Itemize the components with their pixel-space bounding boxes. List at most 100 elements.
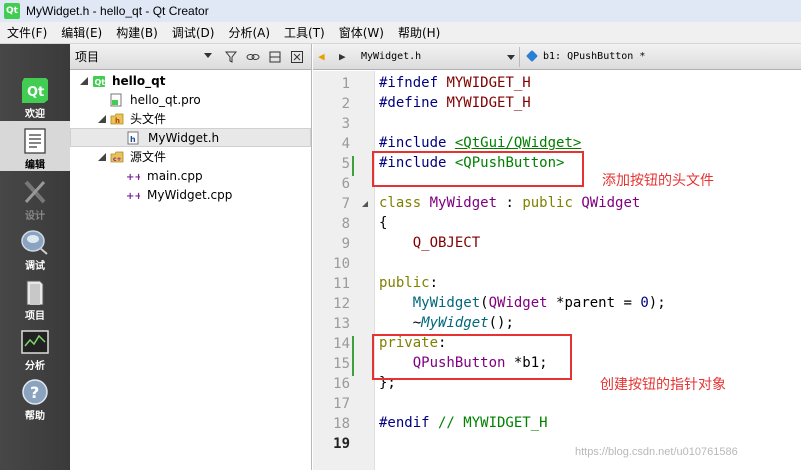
project-pane-header: 项目 — [70, 44, 311, 70]
tree-item-label: MyWidget.cpp — [147, 187, 233, 202]
menu-bar: 文件(F) 编辑(E) 构建(B) 调试(D) 分析(A) 工具(T) 窗体(W… — [0, 22, 801, 44]
menu-window[interactable]: 窗体(W) — [332, 22, 391, 44]
project-folder-icon — [26, 280, 44, 305]
svg-text:c+: c+ — [113, 156, 122, 163]
annotation-include-note: 添加按钮的头文件 — [602, 173, 714, 189]
edit-document-icon — [24, 128, 46, 154]
mode-design[interactable]: 设计 — [0, 172, 70, 222]
menu-help[interactable]: 帮助(H) — [391, 22, 447, 44]
change-marker — [352, 356, 354, 376]
header-folder-icon: h — [110, 112, 124, 126]
menu-tools[interactable]: 工具(T) — [277, 22, 332, 44]
menu-file[interactable]: 文件(F) — [0, 22, 54, 44]
tree-item-label: 源文件 — [130, 150, 167, 164]
mode-edit[interactable]: 编辑 — [0, 121, 70, 171]
debug-bug-icon — [21, 230, 48, 255]
line-number: 18 — [333, 416, 350, 432]
mode-label: 分析 — [25, 361, 45, 372]
code-line: #endif // MYWIDGET_H — [379, 415, 548, 431]
mode-label: 欢迎 — [25, 109, 45, 120]
menu-build[interactable]: 构建(B) — [109, 22, 165, 44]
code-line: Q_OBJECT — [412, 235, 481, 251]
project-tree: Qt hello_qt hello_qt.pro h 头文件 h MyWidge… — [70, 71, 311, 204]
mode-welcome[interactable]: Qt 欢迎 — [0, 70, 70, 120]
window-title: MyWidget.h - hello_qt - Qt Creator — [26, 4, 209, 18]
code-line: #ifndef MYWIDGET_H — [379, 75, 531, 91]
title-bar: Qt MyWidget.h - hello_qt - Qt Creator — [0, 0, 801, 22]
line-number: 10 — [333, 256, 350, 272]
line-number: 9 — [341, 236, 350, 252]
chevron-down-icon[interactable] — [204, 53, 212, 58]
symbol-member-icon — [526, 50, 538, 62]
tree-item-label: MyWidget.h — [148, 130, 220, 145]
annotation-pointer-note: 创建按钮的指针对象 — [600, 377, 726, 393]
qt-logo-icon: Qt — [22, 78, 48, 103]
code-line: #include <QtGui/QWidget> — [379, 135, 582, 151]
project-pane: 项目 Qt hello_qt hello_qt.pro h 头文件 h MyWi… — [70, 44, 312, 470]
open-file-selector[interactable]: MyWidget.h — [361, 51, 421, 62]
mode-help[interactable]: ? 帮助 — [0, 372, 70, 422]
svg-text:++: ++ — [126, 172, 140, 182]
chevron-down-icon[interactable] — [507, 55, 515, 60]
line-number-current: 19 — [333, 436, 350, 452]
symbol-selector[interactable]: b1: QPushButton * — [543, 51, 645, 62]
code-line: MyWidget(QWidget *parent = 0); — [412, 295, 666, 311]
close-icon[interactable] — [288, 48, 306, 66]
link-sync-icon[interactable] — [244, 48, 262, 66]
line-number: 4 — [341, 136, 350, 152]
nav-forward-icon[interactable]: ▶ — [339, 50, 346, 63]
source-folder-icon: c+ — [110, 150, 124, 164]
tree-item-headers-folder[interactable]: h 头文件 — [70, 109, 311, 128]
tree-item-label: hello_qt — [112, 73, 166, 88]
menu-analyze[interactable]: 分析(A) — [221, 22, 277, 44]
tree-item-main-cpp[interactable]: ++ main.cpp — [70, 166, 311, 185]
editor-toolbar: ◀ ▶ MyWidget.h b1: QPushButton * — [313, 44, 801, 70]
filter-icon[interactable] — [222, 48, 240, 66]
line-number: 6 — [341, 176, 350, 192]
line-number: 8 — [341, 216, 350, 232]
mode-analyze[interactable]: 分析 — [0, 322, 70, 372]
cpp-file-icon: ++ — [126, 170, 140, 182]
split-icon[interactable] — [266, 48, 284, 66]
qt-project-icon: Qt — [92, 74, 106, 88]
line-number: 16 — [333, 376, 350, 392]
svg-text:Qt: Qt — [27, 85, 44, 100]
expand-arrow-icon[interactable] — [98, 114, 106, 123]
line-number: 15 — [333, 356, 350, 372]
svg-text:Qt: Qt — [95, 78, 106, 87]
svg-text:h: h — [115, 117, 120, 125]
design-brush-icon — [24, 180, 46, 204]
svg-text:++: ++ — [126, 191, 140, 201]
code-line: { — [379, 215, 388, 231]
toolbar-divider — [519, 47, 520, 67]
code-line: #define MYWIDGET_H — [379, 95, 531, 111]
expand-arrow-icon[interactable] — [80, 76, 88, 85]
line-number: 2 — [341, 96, 350, 112]
tree-item-pro-file[interactable]: hello_qt.pro — [70, 90, 311, 109]
tree-item-sources-folder[interactable]: c+ 源文件 — [70, 147, 311, 166]
mode-projects[interactable]: 项目 — [0, 272, 70, 322]
code-line: public: — [379, 275, 439, 291]
code-line: class MyWidget : public QWidget — [379, 195, 641, 211]
cpp-file-icon: ++ — [126, 189, 140, 201]
nav-back-icon[interactable]: ◀ — [318, 50, 325, 63]
fold-arrow-icon[interactable] — [362, 201, 368, 207]
line-number: 3 — [341, 116, 350, 132]
line-number: 14 — [333, 336, 350, 352]
mode-selector: Qt 欢迎 编辑 设计 调试 项目 分析 ? 帮助 — [0, 44, 70, 470]
menu-debug[interactable]: 调试(D) — [165, 22, 222, 44]
mode-label: 设计 — [25, 211, 45, 222]
pro-file-icon — [110, 93, 122, 107]
tree-item-label: 头文件 — [130, 112, 167, 126]
tree-item-mywidget-h[interactable]: h MyWidget.h — [70, 128, 311, 147]
menu-edit[interactable]: 编辑(E) — [54, 22, 109, 44]
line-number: 13 — [333, 316, 350, 332]
watermark: https://blog.csdn.net/u010761586 — [575, 446, 738, 458]
mode-debug[interactable]: 调试 — [0, 222, 70, 272]
tree-item-project[interactable]: Qt hello_qt — [70, 71, 311, 90]
project-view-selector[interactable]: 项目 — [75, 48, 99, 65]
expand-arrow-icon[interactable] — [98, 152, 106, 161]
line-number-gutter: 1 2 3 4 5 6 7 8 9 10 11 12 13 14 15 16 1… — [313, 71, 375, 470]
tree-item-mywidget-cpp[interactable]: ++ MyWidget.cpp — [70, 185, 311, 204]
code-editor[interactable]: 1 2 3 4 5 6 7 8 9 10 11 12 13 14 15 16 1… — [313, 71, 801, 470]
